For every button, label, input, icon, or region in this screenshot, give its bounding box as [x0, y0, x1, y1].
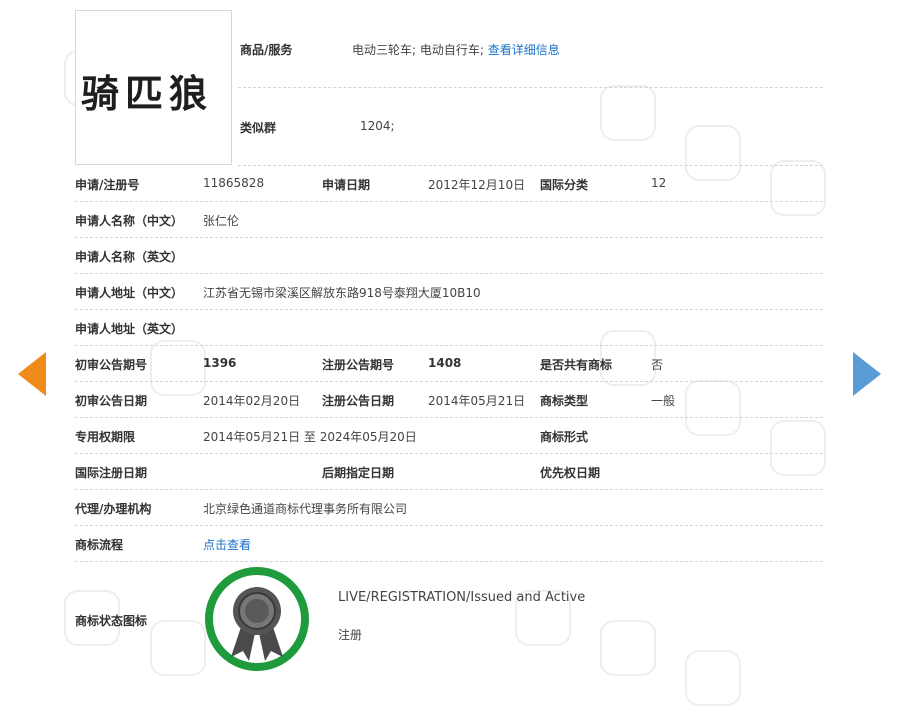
tm-form-label: 商标形式: [540, 430, 589, 444]
apply-date-value: 2012年12月10日: [428, 178, 526, 192]
reg-issue-label: 注册公告期号: [322, 358, 395, 372]
divider: [75, 345, 823, 346]
divider: [75, 453, 823, 454]
intl-reg-date-label: 国际注册日期: [75, 466, 148, 480]
goods-services-text: 电动三轮车; 电动自行车;: [352, 43, 484, 57]
watermark-tile: [150, 340, 206, 396]
process-view-link[interactable]: 点击查看: [203, 536, 251, 553]
similar-group-value: 1204;: [360, 119, 395, 133]
watermark-tile: [685, 650, 741, 706]
view-details-link[interactable]: 查看详细信息: [488, 43, 560, 57]
award-ribbon-icon: [203, 565, 311, 673]
exclusive-label: 专用权期限: [75, 430, 136, 444]
intl-class-label: 国际分类: [540, 178, 589, 192]
watermark-tile: [600, 85, 656, 141]
goods-services-label: 商品/服务: [240, 43, 293, 57]
prelim-date-label: 初审公告日期: [75, 394, 148, 408]
applicant-en-label: 申请人名称（英文）: [75, 250, 184, 264]
process-label: 商标流程: [75, 538, 124, 552]
watermark-tile: [770, 160, 826, 216]
status-en-text: LIVE/REGISTRATION/Issued and Active: [338, 590, 586, 605]
applicant-cn-value: 张仁伦: [203, 214, 240, 228]
divider: [238, 87, 823, 88]
priority-date-label: 优先权日期: [540, 466, 601, 480]
trademark-logo-text: 骑匹狼: [81, 71, 214, 116]
tm-type-value: 一般: [651, 394, 676, 408]
divider: [75, 417, 823, 418]
applicant-cn-label: 申请人名称（中文）: [75, 214, 184, 228]
exclusive-value: 2014年05月21日 至 2024年05月20日: [203, 430, 417, 444]
tm-type-label: 商标类型: [540, 394, 589, 408]
address-en-label: 申请人地址（英文）: [75, 322, 184, 336]
reg-date-value: 2014年05月21日: [428, 394, 526, 408]
watermark-tile: [150, 620, 206, 676]
status-cn-text: 注册: [338, 628, 363, 642]
later-designation-label: 后期指定日期: [322, 466, 395, 480]
shared-label: 是否共有商标: [540, 358, 613, 372]
goods-services-value: 电动三轮车; 电动自行车; 查看详细信息: [352, 41, 560, 58]
reg-date-label: 注册公告日期: [322, 394, 395, 408]
watermark-tile: [685, 125, 741, 181]
watermark-tile: [770, 420, 826, 476]
intl-class-value: 12: [651, 176, 667, 190]
watermark-tile: [600, 620, 656, 676]
divider: [75, 237, 823, 238]
divider: [75, 309, 823, 310]
status-icon-label: 商标状态图标: [75, 614, 148, 628]
divider: [75, 381, 823, 382]
apply-date-label: 申请日期: [322, 178, 371, 192]
agency-label: 代理/办理机构: [75, 502, 152, 516]
similar-group-label: 类似群: [240, 121, 277, 135]
watermark-tile: [685, 380, 741, 436]
reg-issue-value: 1408: [428, 356, 462, 370]
agency-value: 北京绿色通道商标代理事务所有限公司: [203, 502, 408, 516]
shared-value: 否: [651, 358, 664, 372]
divider: [75, 201, 823, 202]
prelim-issue-value: 1396: [203, 356, 237, 370]
reg-no-value: 11865828: [203, 176, 265, 190]
chevron-right-icon[interactable]: [853, 352, 881, 396]
divider: [238, 165, 823, 166]
divider: [75, 273, 823, 274]
prelim-date-value: 2014年02月20日: [203, 394, 301, 408]
divider: [75, 525, 823, 526]
reg-no-label: 申请/注册号: [75, 178, 140, 192]
divider: [75, 489, 823, 490]
divider: [75, 561, 823, 562]
address-cn-label: 申请人地址（中文）: [75, 286, 184, 300]
address-cn-value: 江苏省无锡市梁溪区解放东路918号泰翔大厦10B10: [203, 286, 481, 300]
chevron-left-icon[interactable]: [18, 352, 46, 396]
prelim-issue-label: 初审公告期号: [75, 358, 148, 372]
trademark-image: 骑匹狼: [75, 10, 232, 165]
